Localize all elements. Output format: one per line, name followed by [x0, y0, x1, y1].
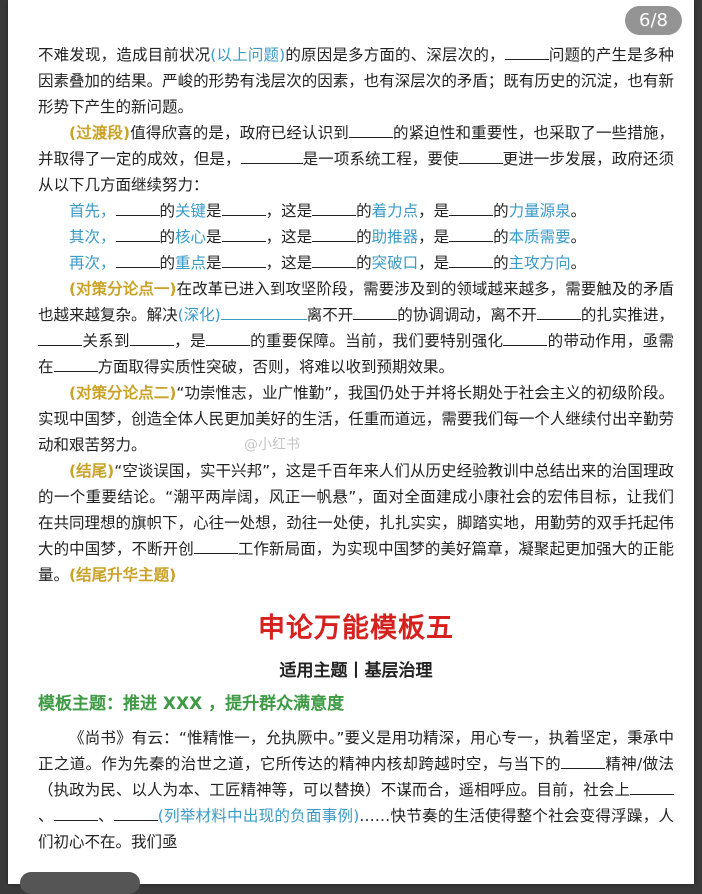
- text: ，这是: [265, 202, 313, 220]
- text: 的: [493, 254, 509, 272]
- text: 的协调调动，离不开: [397, 306, 537, 324]
- text: ，是: [418, 254, 450, 272]
- paragraph-countermeasure-two: (对策分论点二)“功崇惟志，业广惟勤”，我国仍处于并将长期处于社会主义的初级阶段…: [38, 380, 674, 458]
- paragraph-transition: (过渡段)值得欣喜的是，政府已经认识到 的紧迫性和重要性，也采取了一些措施，并取得…: [38, 120, 674, 198]
- fill-blank: [449, 199, 494, 216]
- text: ，是: [418, 202, 450, 220]
- text: 是: [206, 254, 222, 272]
- text: 值得欣喜的是，政府已经认识到: [130, 124, 349, 142]
- fill-blank: [53, 355, 98, 372]
- fill-blank: [449, 225, 494, 242]
- text: 是一项系统工程，要使: [302, 150, 459, 168]
- keyword: 核心: [175, 228, 207, 246]
- section-label: (结尾升华主题): [69, 566, 177, 584]
- fill-blank: [458, 147, 503, 164]
- section-label: (结尾): [69, 462, 115, 480]
- text: 、: [38, 807, 54, 825]
- fill-blank: [503, 329, 548, 346]
- fill-blank: [115, 251, 160, 268]
- fill-blank: [630, 778, 674, 795]
- hint-text: (以上问题): [210, 46, 286, 64]
- fill-blank: [348, 121, 393, 138]
- fill-blank: [536, 303, 581, 320]
- fill-blank: [449, 251, 494, 268]
- text: 的: [356, 254, 372, 272]
- keyword: 主攻方向: [508, 254, 571, 272]
- text: 的: [159, 254, 176, 272]
- row-lead: 首先，: [69, 202, 116, 220]
- text: ，是: [418, 228, 450, 246]
- bottom-overlay-bar: [20, 872, 140, 894]
- document-page: 6/8 不难发现，造成目前状况(以上问题)的原因是多方面的、深层次的， 问题的产生…: [8, 0, 694, 884]
- fill-blank: [561, 752, 606, 769]
- text: 。: [570, 202, 587, 220]
- fill-blank: [353, 303, 398, 320]
- text: 的重要保障。当前，我们要特别强化: [249, 332, 504, 350]
- point-row-second: 其次， 的核心是 ，这是 的助推器，是 的本质需要。: [38, 224, 674, 250]
- text: 的: [159, 228, 176, 246]
- keyword: 突破口: [371, 254, 419, 272]
- text: 的: [159, 202, 176, 220]
- fill-blank: [129, 329, 174, 346]
- hint-text: (深化): [177, 306, 221, 324]
- text: 的原因是多方面的、深层次的，: [285, 46, 505, 64]
- row-lead: 再次，: [69, 254, 116, 272]
- fill-blank: [193, 537, 238, 554]
- text: 的: [356, 228, 372, 246]
- text: 方面取得实质性突破，否则，将难以收到预期效果。: [97, 358, 455, 376]
- fill-blank: [205, 329, 250, 346]
- paragraph-cause: 不难发现，造成目前状况(以上问题)的原因是多方面的、深层次的， 问题的产生是多种因…: [38, 42, 674, 120]
- text: 的: [356, 202, 372, 220]
- paragraph-opening: 《尚书》有云：“惟精惟一，允执厥中。”要义是用功精深，用心专一，执着坚定，秉承中…: [38, 725, 674, 855]
- fill-blank: [240, 147, 303, 164]
- point-row-third: 再次， 的重点是 ，这是 的突破口，是 的主攻方向。: [38, 250, 674, 276]
- text: 的: [493, 228, 509, 246]
- text: 的: [493, 202, 509, 220]
- page-indicator: 6/8: [625, 6, 682, 35]
- hint-text: (列举材料中出现的负面事例): [157, 807, 360, 825]
- template-subtitle: 适用主题丨基层治理: [279, 661, 433, 681]
- keyword: 关键: [175, 202, 207, 220]
- fill-blank: [220, 303, 307, 320]
- text: 。: [570, 254, 587, 272]
- template-theme: 模板主题：推进 XXX ，提升群众满意度: [38, 694, 345, 714]
- paragraph-conclusion: (结尾)“空谈误国，实干兴邦”，这是千百年来人们从历史经验教训中总结出来的治国理…: [38, 458, 674, 588]
- keyword: 助推器: [371, 228, 419, 246]
- text: ，这是: [265, 254, 313, 272]
- paragraph-countermeasure-one: (对策分论点一)在改革已进入到攻坚阶段，需要涉及到的领域越来越多，需要触及的矛盾…: [38, 276, 674, 380]
- fill-blank: [221, 199, 266, 216]
- keyword: 力量源泉: [508, 202, 571, 220]
- keyword: 本质需要: [508, 228, 571, 246]
- fill-blank: [504, 43, 549, 60]
- section-label: (对策分论点一): [69, 280, 177, 298]
- template-title: 申论万能模板五: [258, 613, 454, 644]
- fill-blank: [115, 225, 160, 242]
- text: 。: [570, 228, 587, 246]
- text: ，是: [173, 332, 206, 350]
- fill-blank: [312, 251, 357, 268]
- fill-blank: [312, 199, 357, 216]
- text: 是: [206, 228, 222, 246]
- point-row-first: 首先， 的关键是 ，这是 的着力点，是 的力量源泉。: [38, 198, 674, 224]
- text: 的扎实推进，: [580, 306, 674, 324]
- fill-blank: [221, 251, 266, 268]
- section-label: (对策分论点二): [69, 384, 177, 402]
- fill-blank: [312, 225, 357, 242]
- fill-blank: [221, 225, 266, 242]
- text: 离不开: [306, 306, 354, 324]
- keyword: 着力点: [371, 202, 419, 220]
- fill-blank: [115, 199, 160, 216]
- keyword: 重点: [175, 254, 207, 272]
- text: 关系到: [82, 332, 130, 350]
- row-lead: 其次，: [69, 228, 116, 246]
- text: ，这是: [265, 228, 313, 246]
- fill-blank: [38, 329, 82, 346]
- text: 、: [97, 807, 114, 825]
- text: 是: [206, 202, 222, 220]
- document-content: 不难发现，造成目前状况(以上问题)的原因是多方面的、深层次的， 问题的产生是多种因…: [38, 42, 674, 855]
- text: 不难发现，造成目前状况: [38, 46, 211, 64]
- fill-blank: [53, 804, 98, 821]
- fill-blank: [113, 804, 158, 821]
- section-label: (过渡段): [69, 124, 131, 142]
